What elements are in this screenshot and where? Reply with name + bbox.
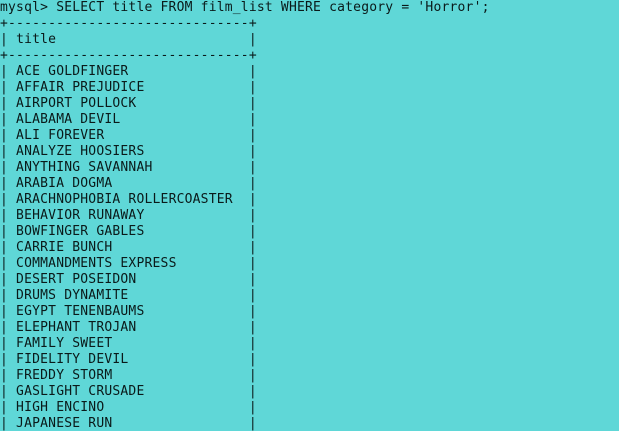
terminal-window[interactable]: mysql> SELECT title FROM film_list WHERE… — [0, 0, 619, 431]
film-title: ARABIA DOGMA — [8, 176, 249, 191]
table-row: | AIRPORT POLLOCK | — [0, 96, 257, 111]
film-title: ELEPHANT TROJAN — [8, 320, 249, 335]
film-title: ANALYZE HOOSIERS — [8, 144, 249, 159]
table-row: | ACE GOLDFINGER | — [0, 64, 257, 79]
table-row: | FAMILY SWEET | — [0, 336, 257, 351]
table-header-row: | title | — [0, 32, 257, 47]
film-title: DESERT POSEIDON — [8, 272, 249, 287]
film-title: GASLIGHT CRUSADE — [8, 384, 249, 399]
table-row: | HIGH ENCINO | — [0, 400, 257, 415]
film-title: FIDELITY DEVIL — [8, 352, 249, 367]
table-row: | JAPANESE RUN | — [0, 416, 257, 431]
column-header-title: title — [16, 32, 57, 47]
film-title: ARACHNOPHOBIA ROLLERCOASTER — [8, 192, 249, 207]
film-title: ALI FOREVER — [8, 128, 249, 143]
prompt: mysql> — [0, 0, 57, 15]
table-row: | ANYTHING SAVANNAH | — [0, 160, 257, 175]
table-row: | GASLIGHT CRUSADE | — [0, 384, 257, 399]
table-row: | FREDDY STORM | — [0, 368, 257, 383]
table-row: | ELEPHANT TROJAN | — [0, 320, 257, 335]
command-line: mysql> SELECT title FROM film_list WHERE… — [0, 0, 490, 16]
film-title: JAPANESE RUN — [8, 416, 249, 431]
film-title: BOWFINGER GABLES — [8, 224, 249, 239]
film-title: AFFAIR PREJUDICE — [8, 80, 249, 95]
film-title: COMMANDMENTS EXPRESS — [8, 256, 249, 271]
film-title: BEHAVIOR RUNAWAY — [8, 208, 249, 223]
film-title: DRUMS DYNAMITE — [8, 288, 249, 303]
table-row: | ARABIA DOGMA | — [0, 176, 257, 191]
table-row: | EGYPT TENENBAUMS | — [0, 304, 257, 319]
film-title: HIGH ENCINO — [8, 400, 249, 415]
film-title: AIRPORT POLLOCK — [8, 96, 249, 111]
table-row: | CARRIE BUNCH | — [0, 240, 257, 255]
film-title: ACE GOLDFINGER — [8, 64, 249, 79]
table-row: | COMMANDMENTS EXPRESS | — [0, 256, 257, 271]
table-row: | ANALYZE HOOSIERS | — [0, 144, 257, 159]
table-row: | BOWFINGER GABLES | — [0, 224, 257, 239]
table-row: | ALABAMA DEVIL | — [0, 112, 257, 127]
film-title: ALABAMA DEVIL — [8, 112, 249, 127]
table-row: | ALI FOREVER | — [0, 128, 257, 143]
film-title: CARRIE BUNCH — [8, 240, 249, 255]
table-row: | DRUMS DYNAMITE | — [0, 288, 257, 303]
sql-command: SELECT title FROM film_list WHERE catego… — [56, 0, 490, 15]
table-row: | BEHAVIOR RUNAWAY | — [0, 208, 257, 223]
film-title: FREDDY STORM — [8, 368, 249, 383]
header-padding: | — [56, 32, 257, 47]
table-row: | DESERT POSEIDON | — [0, 272, 257, 287]
table-row: | FIDELITY DEVIL | — [0, 352, 257, 367]
table-border-header: +------------------------------+ — [0, 48, 257, 63]
film-title: EGYPT TENENBAUMS — [8, 304, 249, 319]
table-border-top: +------------------------------+ — [0, 16, 257, 31]
table-row: | AFFAIR PREJUDICE | — [0, 80, 257, 95]
film-title: ANYTHING SAVANNAH — [8, 160, 249, 175]
result-rows: | ACE GOLDFINGER | | AFFAIR PREJUDICE | | … — [0, 64, 257, 431]
film-title: FAMILY SWEET — [8, 336, 249, 351]
table-row: | ARACHNOPHOBIA ROLLERCOASTER | — [0, 192, 257, 207]
